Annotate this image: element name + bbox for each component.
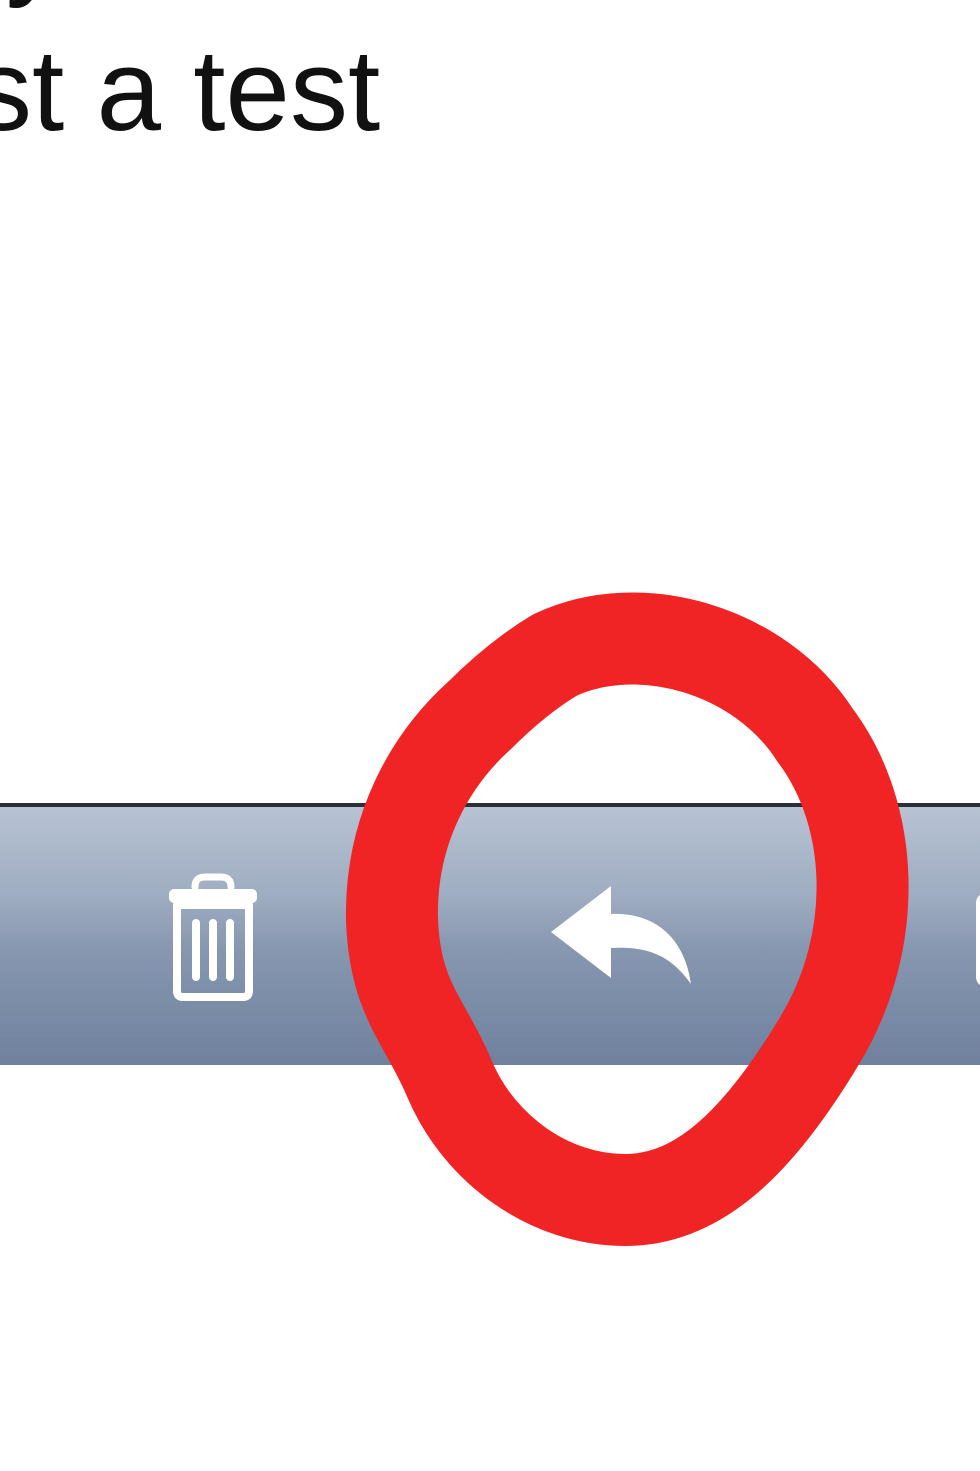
trash-button[interactable] — [150, 867, 275, 1007]
message-text-line: st a test — [0, 25, 381, 155]
message-text-partial-line: ly — [0, 0, 64, 14]
trash-icon — [168, 873, 257, 1001]
bottom-toolbar — [0, 803, 980, 1065]
next-button[interactable] — [950, 867, 980, 1007]
mail-screen: ly st a test — [0, 0, 980, 1471]
reply-button[interactable] — [535, 867, 705, 1007]
reply-icon — [551, 886, 691, 984]
message-body: ly st a test — [0, 0, 980, 805]
folder-icon — [976, 895, 980, 985]
